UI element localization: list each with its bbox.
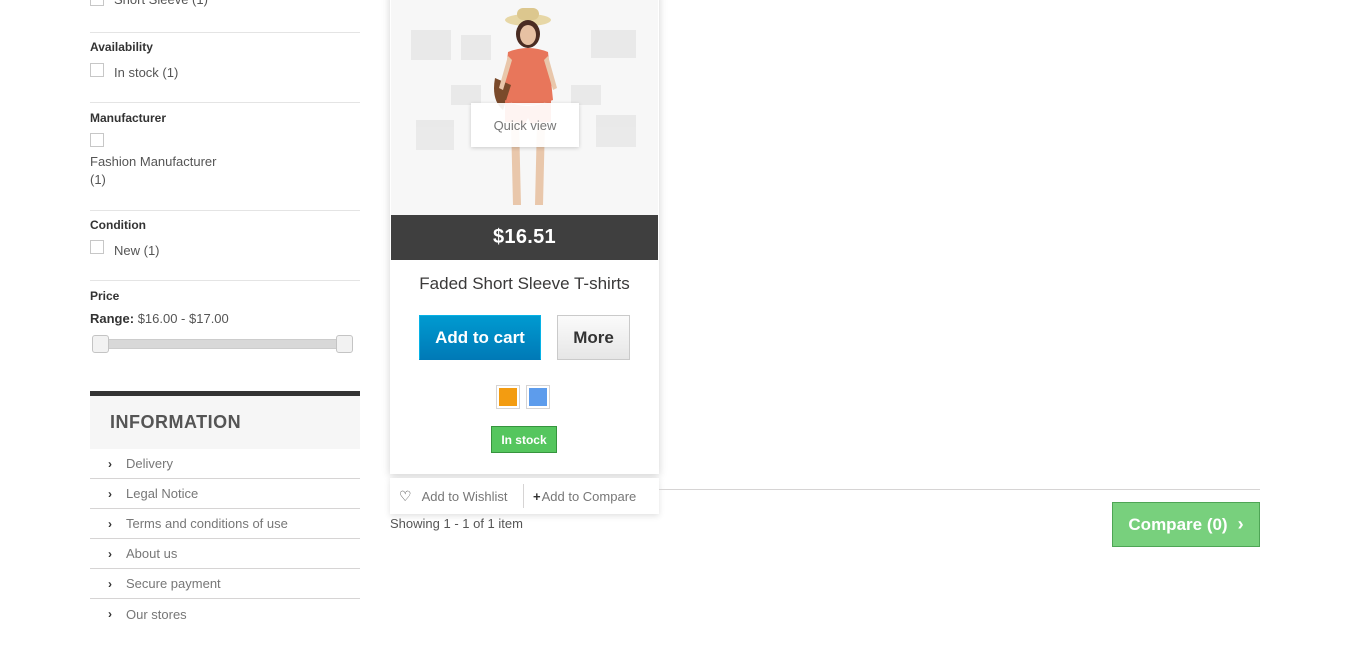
content-divider [659, 489, 1260, 490]
information-link-label: Our stores [126, 606, 187, 622]
plus-icon: + [533, 488, 541, 504]
divider [90, 32, 360, 33]
chevron-right-icon: › [108, 456, 112, 471]
filter-option-label: Short Sleeve (1) [114, 0, 208, 8]
add-to-cart-button[interactable]: Add to cart [419, 315, 541, 360]
information-link-legal-notice[interactable]: › Legal Notice [90, 479, 360, 509]
filter-option-fashion-manufacturer[interactable]: Fashion Manufacturer (1) [90, 133, 216, 189]
filter-option-label: New (1) [114, 243, 160, 258]
information-link-label: Delivery [126, 456, 173, 471]
filter-title-availability: Availability [90, 40, 153, 54]
product-card: Quick view $16.51 Faded Short Sleeve T-s… [390, 0, 659, 474]
stock-status-badge: In stock [491, 426, 557, 453]
price-slider-min-handle[interactable] [92, 335, 109, 353]
divider [90, 280, 360, 281]
filter-title-price: Price [90, 289, 120, 303]
divider [90, 102, 360, 103]
price-range-value: $16.00 - $17.00 [137, 311, 229, 326]
chevron-right-icon: › [108, 516, 112, 531]
price-range-label: Range: [90, 311, 135, 326]
filter-title-manufacturer: Manufacturer [90, 111, 167, 125]
add-to-wishlist-label: Add to Wishlist [421, 488, 508, 504]
information-link-delivery[interactable]: › Delivery [90, 449, 360, 479]
checkbox[interactable] [90, 63, 104, 77]
heart-icon: ♡ [399, 487, 412, 504]
price-slider-track[interactable] [94, 339, 350, 349]
information-link-label: Terms and conditions of use [126, 516, 288, 531]
add-to-compare-label: Add to Compare [541, 488, 637, 504]
information-link-terms[interactable]: › Terms and conditions of use [90, 509, 360, 539]
information-link-label: Legal Notice [126, 486, 199, 501]
information-title: INFORMATION [90, 391, 360, 449]
color-swatch-orange[interactable] [496, 385, 520, 409]
product-image[interactable]: Quick view [391, 0, 658, 215]
compare-button-label: Compare (0) [1128, 514, 1228, 534]
price-range: Range: $16.00 - $17.00 [90, 311, 229, 326]
product-name-link[interactable]: Faded Short Sleeve T-shirts [390, 274, 659, 294]
compare-button[interactable]: Compare (0) › [1112, 502, 1260, 547]
divider [90, 210, 360, 211]
checkbox[interactable] [90, 240, 104, 254]
filter-option-short-sleeve[interactable]: Short Sleeve (1) [90, 0, 208, 8]
price-slider-max-handle[interactable] [336, 335, 353, 353]
information-list: › Delivery › Legal Notice › Terms and co… [90, 449, 360, 629]
product-price: $16.51 [391, 215, 658, 260]
filter-option-new[interactable]: New (1) [90, 240, 160, 259]
chevron-right-icon: › [108, 486, 112, 501]
information-link-our-stores[interactable]: › Our stores [90, 599, 360, 629]
color-swatch-blue[interactable] [526, 385, 550, 409]
quick-view-button[interactable]: Quick view [471, 103, 579, 147]
more-button[interactable]: More [557, 315, 630, 360]
information-block: INFORMATION › Delivery › Legal Notice › … [90, 391, 360, 629]
information-link-label: Secure payment [126, 576, 221, 591]
chevron-right-icon: › [108, 607, 112, 621]
add-to-compare-button[interactable]: + Add to Compare [524, 489, 636, 504]
information-link-secure-payment[interactable]: › Secure payment [90, 569, 360, 599]
checkbox[interactable] [90, 133, 104, 147]
product-functional-buttons: ♡ Add to Wishlist + Add to Compare [390, 478, 659, 514]
information-link-label: About us [126, 546, 178, 561]
information-link-about-us[interactable]: › About us [90, 539, 360, 569]
filter-title-condition: Condition [90, 218, 146, 232]
chevron-right-icon: › [108, 576, 112, 591]
results-count: Showing 1 - 1 of 1 item [390, 516, 523, 531]
filter-option-label: In stock (1) [114, 65, 179, 80]
checkbox[interactable] [90, 0, 104, 6]
filter-option-label: Fashion Manufacturer [90, 154, 217, 169]
add-to-wishlist-button[interactable]: ♡ Add to Wishlist [390, 484, 524, 508]
filter-option-count: (1) [90, 172, 106, 187]
chevron-right-icon: › [108, 546, 112, 561]
chevron-right-icon: › [1237, 514, 1244, 534]
filter-option-in-stock[interactable]: In stock (1) [90, 63, 178, 81]
